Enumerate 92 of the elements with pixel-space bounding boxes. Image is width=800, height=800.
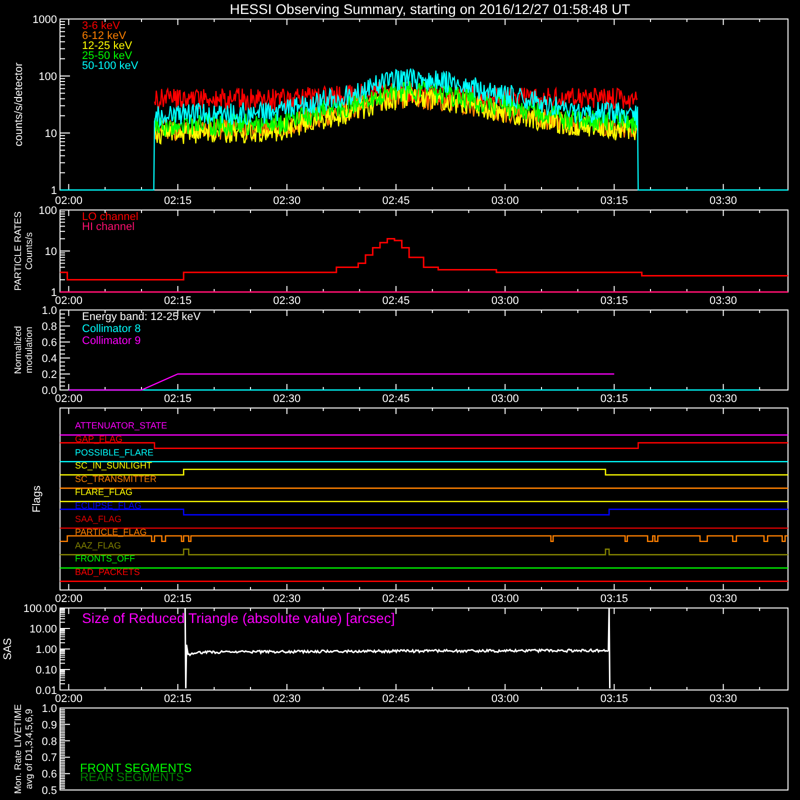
flag-label: AAZ_FLAG xyxy=(75,540,122,550)
flag-label: ECLIPSE_FLAG xyxy=(75,500,142,510)
axis-tick-label: 0.5 xyxy=(42,785,57,797)
legend-label: 6-12 keV xyxy=(82,30,126,42)
axis-tick-label: 03:00 xyxy=(491,393,519,405)
axis-tick-label: 03:00 xyxy=(491,693,519,705)
axis-tick-label: 02:45 xyxy=(382,195,410,207)
axis-tick-label: 1 xyxy=(50,287,57,299)
flag-label: GAP_FLAG xyxy=(75,434,123,444)
axis-tick-label: 1.0 xyxy=(42,703,57,715)
flag-label: SC_IN_SUNLIGHT xyxy=(75,460,152,471)
axis-tick-label: 0.10 xyxy=(36,664,57,676)
axis-tick-label: 03:15 xyxy=(600,295,628,307)
flag-label: SAA_FLAG xyxy=(75,514,122,524)
axis-tick-label: 0.0 xyxy=(42,385,57,397)
axis-tick-label: 1 xyxy=(50,185,57,197)
flag-label: POSSIBLE_FLARE xyxy=(75,447,154,458)
axis-tick-label: 02:00 xyxy=(54,195,82,207)
axis-tick-label: 02:30 xyxy=(273,693,301,705)
legend-label: Energy band: 12-25 keV xyxy=(82,311,201,323)
axis-title: modulation xyxy=(24,326,35,374)
axis-tick-label: 03:30 xyxy=(710,693,738,705)
axis-tick-label: 1.00 xyxy=(36,644,57,656)
axis-tick-label: 02:15 xyxy=(164,693,192,705)
flag-label: SC_TRANSMITTER xyxy=(75,474,157,484)
axis-tick-label: 0.4 xyxy=(42,353,57,365)
axis-tick-label: 1.0 xyxy=(42,305,57,317)
flag-label: BAD_PACKETS xyxy=(75,567,140,577)
flag-label: FLARE_FLAG xyxy=(75,487,133,498)
axis-tick-label: 02:00 xyxy=(54,393,82,405)
axis-tick-label: 0.8 xyxy=(42,321,57,333)
legend-label: 25-50 keV xyxy=(82,50,132,62)
axis-tick-label: 03:15 xyxy=(600,593,628,605)
legend-label: 3-6 keV xyxy=(82,20,120,32)
axis-tick-label: 0.7 xyxy=(42,752,57,764)
axis-tick-label: 03:15 xyxy=(600,393,628,405)
axis-tick-label: 03:30 xyxy=(710,393,738,405)
axis-tick-label: 100 xyxy=(38,205,57,217)
axis-tick-label: 02:30 xyxy=(273,195,301,207)
chart-title: HESSI Observing Summary, starting on 2016/12/27 01:58:48 UT xyxy=(230,0,630,18)
axis-tick-label: 0.2 xyxy=(42,369,57,381)
chart-title: Size of Reduced Triangle (absolute value) [arcsec] xyxy=(82,610,395,626)
axis-title: PARTICLE RATES xyxy=(13,211,24,291)
axis-tick-label: 02:45 xyxy=(382,295,410,307)
axis-tick-label: 1000 xyxy=(32,14,57,26)
legend-label: 12-25 keV xyxy=(82,40,132,52)
axis-tick-label: 02:00 xyxy=(54,693,82,705)
axis-tick-label: 10 xyxy=(44,128,57,140)
axis-title: Counts/s xyxy=(24,232,35,270)
axis-tick-label: 02:15 xyxy=(164,593,192,605)
legend-label: LO channel xyxy=(82,211,138,223)
axis-tick-label: 02:00 xyxy=(54,593,82,605)
axis-title: Normalized xyxy=(13,326,24,374)
axis-tick-label: 03:00 xyxy=(491,195,519,207)
axis-tick-label: 0.6 xyxy=(42,337,57,349)
axis-tick-label: 0.6 xyxy=(42,768,57,781)
axis-title: Flags xyxy=(31,486,43,512)
axis-tick-label: 0.9 xyxy=(42,719,57,732)
axis-tick-label: 03:30 xyxy=(710,195,738,207)
axis-tick-label: 10 xyxy=(44,246,57,258)
legend-label: 50-100 keV xyxy=(82,60,138,72)
axis-tick-label: 100 xyxy=(38,71,57,83)
axis-title: counts/s/detector xyxy=(13,62,25,146)
axis-tick-label: 100.00 xyxy=(23,603,57,615)
flag-label: FRONTS_OFF xyxy=(75,554,135,564)
axis-tick-label: 10.00 xyxy=(29,624,57,636)
axis-tick-label: 03:00 xyxy=(491,593,519,605)
axis-tick-label: 02:00 xyxy=(54,295,82,307)
axis-tick-label: 02:15 xyxy=(164,195,192,207)
legend-label: Collimator 9 xyxy=(82,335,141,347)
axis-tick-label: 02:15 xyxy=(164,295,192,307)
axis-tick-label: 03:15 xyxy=(600,693,628,705)
axis-tick-label: 0.8 xyxy=(42,736,57,748)
axis-tick-label: 02:45 xyxy=(382,593,410,605)
axis-tick-label: 02:15 xyxy=(164,393,192,405)
legend-label: HI channel xyxy=(82,221,135,233)
axis-tick-label: 02:30 xyxy=(273,393,301,405)
legend-label: Collimator 8 xyxy=(82,323,141,335)
axis-title: Mon. Rate LIVETIME xyxy=(13,704,24,794)
axis-tick-label: 02:30 xyxy=(273,593,301,605)
axis-tick-label: 02:45 xyxy=(382,693,410,705)
flag-label: PARTICLE_FLAG xyxy=(75,527,147,538)
axis-tick-label: 03:30 xyxy=(710,295,738,307)
axis-tick-label: 0.01 xyxy=(36,685,57,697)
axis-title: avg of D1,3,4,5,6,9 xyxy=(24,708,35,790)
axis-tick-label: 03:15 xyxy=(600,195,628,207)
axis-tick-label: 03:00 xyxy=(491,295,519,307)
axis-tick-label: 02:45 xyxy=(382,393,410,405)
axis-tick-label: 02:30 xyxy=(273,295,301,307)
axis-title: SAS xyxy=(2,638,14,660)
axis-tick-label: 03:30 xyxy=(710,593,738,605)
flag-label: ATTENUATOR_STATE xyxy=(75,420,168,431)
